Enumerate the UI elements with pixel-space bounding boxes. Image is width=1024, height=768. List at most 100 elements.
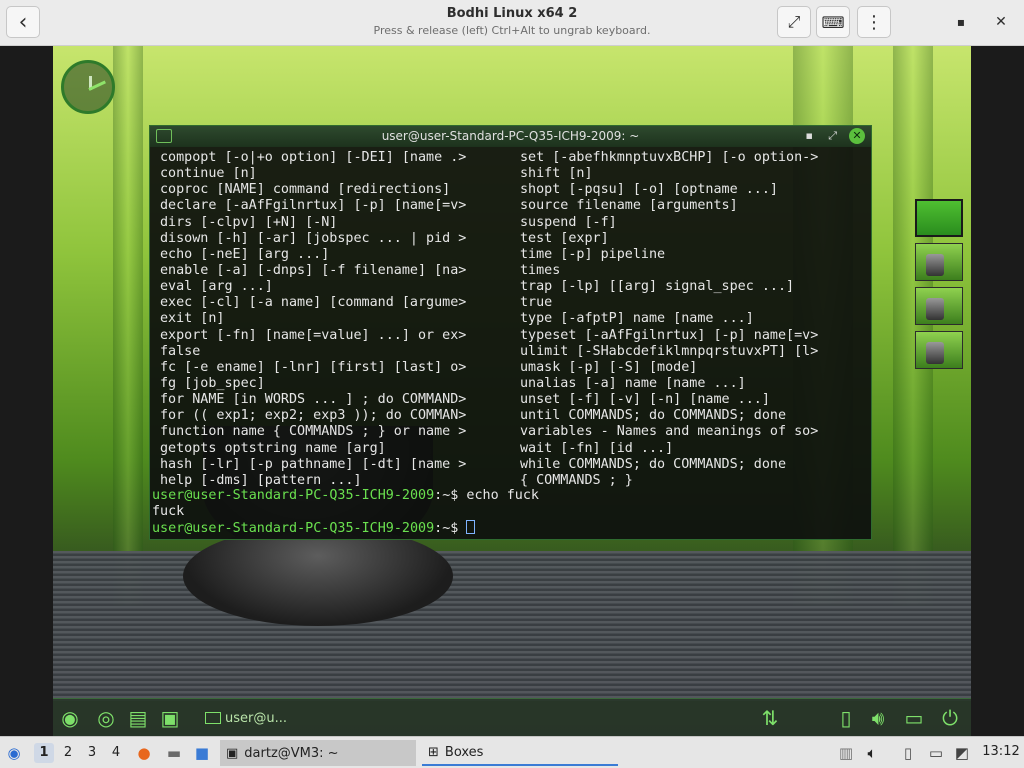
workspace-4[interactable]: 4 <box>106 743 126 763</box>
help-line: continue [n] <box>160 166 257 182</box>
whisker-menu-icon[interactable]: ◉ <box>4 743 24 763</box>
volume-icon[interactable]: 🔊︎ <box>865 705 891 731</box>
workspace-1[interactable]: 1 <box>34 743 54 763</box>
browser-icon[interactable]: ◎ <box>93 705 119 731</box>
help-line: shift [n] <box>520 166 593 182</box>
minimize-icon: ▪ <box>956 15 966 29</box>
keyboard-icon: ⌨ <box>821 12 845 32</box>
help-line: umask [-p] [-S] [mode] <box>520 359 698 375</box>
help-line: coproc [NAME] command [redirections] <box>160 182 451 198</box>
guest-task-label: user@u... <box>225 710 287 726</box>
help-line: true <box>520 295 553 311</box>
help-line: echo [-neE] [arg ...] <box>160 246 330 262</box>
help-line: source filename [arguments] <box>520 198 738 214</box>
help-line: fc [-e ename] [-lnr] [first] [last] o> <box>160 359 467 375</box>
window-title-area: Bodhi Linux x64 2 Press & release (left)… <box>250 6 774 37</box>
fullscreen-icon: ⤢ <box>787 12 801 31</box>
window-title: Bodhi Linux x64 2 <box>446 6 578 21</box>
terminal-output[interactable]: compopt [-o|+o option] [-DEI] [name .> co… <box>150 148 871 540</box>
terminal-minimize-icon[interactable]: ▪ <box>806 129 813 142</box>
pager-workspace-1[interactable] <box>915 199 963 237</box>
workspace-3[interactable]: 3 <box>82 743 102 763</box>
scroll-tray-icon[interactable]: ▥ <box>836 743 856 763</box>
desktop-clock-gadget <box>61 60 115 114</box>
files-icon[interactable]: ▣ <box>157 705 183 731</box>
network-icon[interactable]: ◩ <box>952 743 972 763</box>
host-taskbar: ◉ 1 2 3 4 ● ▬ ■ ▣ dartz@VM3: ~ ⊞ Boxes ▥… <box>0 736 1024 768</box>
prompt-area: user@user-Standard-PC-Q35-ICH9-2009:~$ e… <box>152 488 539 536</box>
help-line: unset [-f] [-v] [-n] [name ...] <box>520 392 770 408</box>
pager-thumbnail-icon <box>926 254 944 276</box>
volume-icon[interactable]: 🔈︎ <box>862 743 882 763</box>
help-line: exec [-cl] [-a name] [command [argume> <box>160 295 467 311</box>
help-line: variables - Names and meanings of so> <box>520 424 819 440</box>
help-line: typeset [-aAfFgilnrtux] [-p] name[=v> <box>520 327 819 343</box>
help-line: hash [-lr] [-p pathname] [-dt] [name > <box>160 456 467 472</box>
file-manager-icon[interactable]: ▬ <box>164 743 184 763</box>
help-line: function name { COMMANDS ; } or name > <box>160 424 467 440</box>
help-line: type [-afptP] name [name ...] <box>520 311 754 327</box>
workspace-2[interactable]: 2 <box>58 743 78 763</box>
display-icon[interactable]: ▭ <box>926 743 946 763</box>
wallpaper-bamboo <box>113 46 143 606</box>
help-line: declare [-aAfFgilnrtux] [-p] [name[=v> <box>160 198 467 214</box>
terminal-maximize-icon[interactable]: ⤢ <box>828 129 837 143</box>
prompt-line-current[interactable]: user@user-Standard-PC-Q35-ICH9-2009:~$ <box>152 520 539 536</box>
guest-taskbar-item[interactable]: user@u... <box>205 707 287 729</box>
back-button[interactable]: ‹ <box>6 6 40 38</box>
minimize-button[interactable]: ▪ <box>949 10 973 34</box>
chat-icon[interactable]: ▭ <box>901 705 927 731</box>
pager-workspace-2[interactable] <box>915 243 963 281</box>
help-line: enable [-a] [-dnps] [-f filename] [na> <box>160 262 467 278</box>
pager-workspace-3[interactable] <box>915 287 963 325</box>
help-left-column: compopt [-o|+o option] [-DEI] [name .> co… <box>160 150 520 489</box>
start-menu-icon[interactable]: ◉ <box>57 705 83 731</box>
boxes-header-bar: ‹ Bodhi Linux x64 2 Press & release (lef… <box>0 0 1024 46</box>
pager-thumbnail-icon <box>926 298 944 320</box>
power-icon[interactable]: ⏻ <box>937 705 963 731</box>
fullscreen-button[interactable]: ⤢ <box>777 6 811 38</box>
guest-shelf: ◉ ◎ ▤ ▣ user@u... ⇅ ▯ 🔊︎ ▭ ⏻ <box>53 698 971 736</box>
close-button[interactable]: ✕ <box>989 10 1013 34</box>
wallpaper-stone <box>183 526 453 626</box>
help-line: false <box>160 343 201 359</box>
pager-workspace-4[interactable] <box>915 331 963 369</box>
network-icon[interactable]: ⇅ <box>757 705 783 731</box>
terminal-task-icon: ▣ <box>226 745 239 761</box>
help-line: ulimit [-SHabcdefiklmnpqrstuvxPT] [l> <box>520 343 819 359</box>
taskbar-item-terminal[interactable]: ▣ dartz@VM3: ~ <box>220 740 416 766</box>
help-line: shopt [-pqsu] [-o] [optname ...] <box>520 182 778 198</box>
clipboard-icon[interactable]: ▯ <box>833 705 859 731</box>
taskbar-clock[interactable]: 13:12 <box>978 744 1024 759</box>
help-line: test [expr] <box>520 230 609 246</box>
pager-thumbnail-icon <box>926 342 944 364</box>
firefox-icon[interactable]: ● <box>134 743 154 763</box>
taskbar-item-boxes[interactable]: ⊞ Boxes <box>422 740 618 766</box>
terminal-title: user@user-Standard-PC-Q35-ICH9-2009: ~ <box>381 129 640 143</box>
help-line: help [-dms] [pattern ...] <box>160 472 362 488</box>
help-line: dirs [-clpv] [+N] [-N] <box>160 214 338 230</box>
terminal-window[interactable]: user@user-Standard-PC-Q35-ICH9-2009: ~ ▪… <box>149 125 872 540</box>
taskbar-item-label: Boxes <box>444 744 484 760</box>
terminal-launcher-icon[interactable]: ▤ <box>125 705 151 731</box>
guest-display[interactable]: user@user-Standard-PC-Q35-ICH9-2009: ~ ▪… <box>53 46 971 736</box>
terminal-close-icon[interactable]: ✕ <box>849 128 865 144</box>
help-line: time [-p] pipeline <box>520 246 666 262</box>
help-line: compopt [-o|+o option] [-DEI] [name .> <box>160 150 467 165</box>
text-cursor <box>466 520 476 535</box>
taskbar-item-label: dartz@VM3: ~ <box>244 745 339 761</box>
command-output: fuck <box>152 504 185 520</box>
terminal-titlebar[interactable]: user@user-Standard-PC-Q35-ICH9-2009: ~ ▪… <box>150 126 871 147</box>
menu-icon: ⋮ <box>865 11 883 33</box>
help-line: getopts optstring name [arg] <box>160 440 386 456</box>
window-subtitle: Press & release (left) Ctrl+Alt to ungra… <box>373 24 651 37</box>
clipboard-icon[interactable]: ▯ <box>898 743 918 763</box>
help-line: fg [job_spec] <box>160 375 265 391</box>
help-line: trap [-lp] [[arg] signal_spec ...] <box>520 279 795 295</box>
app-launcher-icon[interactable]: ■ <box>192 743 212 763</box>
menu-button[interactable]: ⋮ <box>857 6 891 38</box>
keyboard-button[interactable]: ⌨ <box>816 6 850 38</box>
help-line: unalias [-a] name [name ...] <box>520 375 746 391</box>
command-text: echo fuck <box>466 488 539 503</box>
prompt-separator: :~$ <box>434 488 467 503</box>
